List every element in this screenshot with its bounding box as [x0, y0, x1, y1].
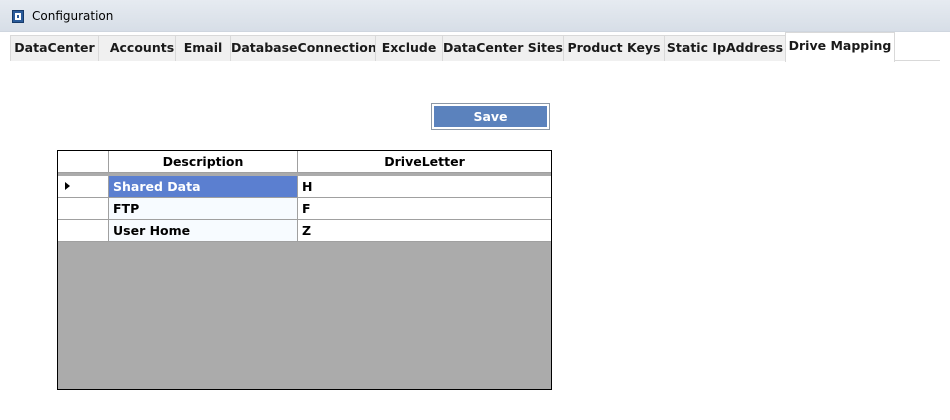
table-row[interactable]: FTP F: [58, 198, 551, 220]
save-button[interactable]: Save: [431, 103, 550, 130]
table-row[interactable]: Shared Data H: [58, 176, 551, 198]
tab-email[interactable]: Email: [175, 35, 231, 61]
cell-description[interactable]: User Home: [109, 220, 298, 242]
configuration-window: Configuration DataCenter Accounts Email …: [0, 0, 950, 420]
tab-datacenter[interactable]: DataCenter: [10, 35, 99, 61]
tab-static-ipaddress[interactable]: Static IpAddress: [664, 35, 786, 61]
cell-description[interactable]: Shared Data: [109, 176, 298, 198]
tab-product-keys[interactable]: Product Keys: [563, 35, 665, 61]
table-row[interactable]: User Home Z: [58, 220, 551, 242]
window-title: Configuration: [32, 9, 114, 23]
grid-header-row: Description DriveLetter: [58, 151, 551, 173]
drive-mapping-grid[interactable]: Description DriveLetter Shared Data H FT…: [57, 150, 552, 390]
title-bar[interactable]: Configuration: [0, 0, 950, 32]
tab-exclude[interactable]: Exclude: [375, 35, 443, 61]
current-row-arrow-icon: [65, 182, 70, 190]
app-config-icon: [12, 10, 24, 23]
column-header-description[interactable]: Description: [109, 151, 298, 173]
tab-drive-mapping[interactable]: Drive Mapping: [785, 32, 895, 62]
column-header-driveletter[interactable]: DriveLetter: [298, 151, 551, 173]
cell-drive-letter[interactable]: H: [298, 176, 551, 198]
row-header[interactable]: [58, 220, 109, 242]
tab-databaseconnection[interactable]: DatabaseConnection: [230, 35, 377, 61]
grid-corner-header[interactable]: [58, 151, 109, 173]
tab-accounts[interactable]: Accounts: [98, 35, 186, 61]
tab-datacenter-sites[interactable]: DataCenter Sites: [442, 35, 564, 61]
row-header[interactable]: [58, 198, 109, 220]
row-header[interactable]: [58, 176, 109, 198]
cell-description[interactable]: FTP: [109, 198, 298, 220]
cell-drive-letter[interactable]: Z: [298, 220, 551, 242]
cell-drive-letter[interactable]: F: [298, 198, 551, 220]
tab-strip: DataCenter Accounts Email DatabaseConnec…: [10, 32, 940, 62]
save-button-label: Save: [434, 106, 547, 127]
